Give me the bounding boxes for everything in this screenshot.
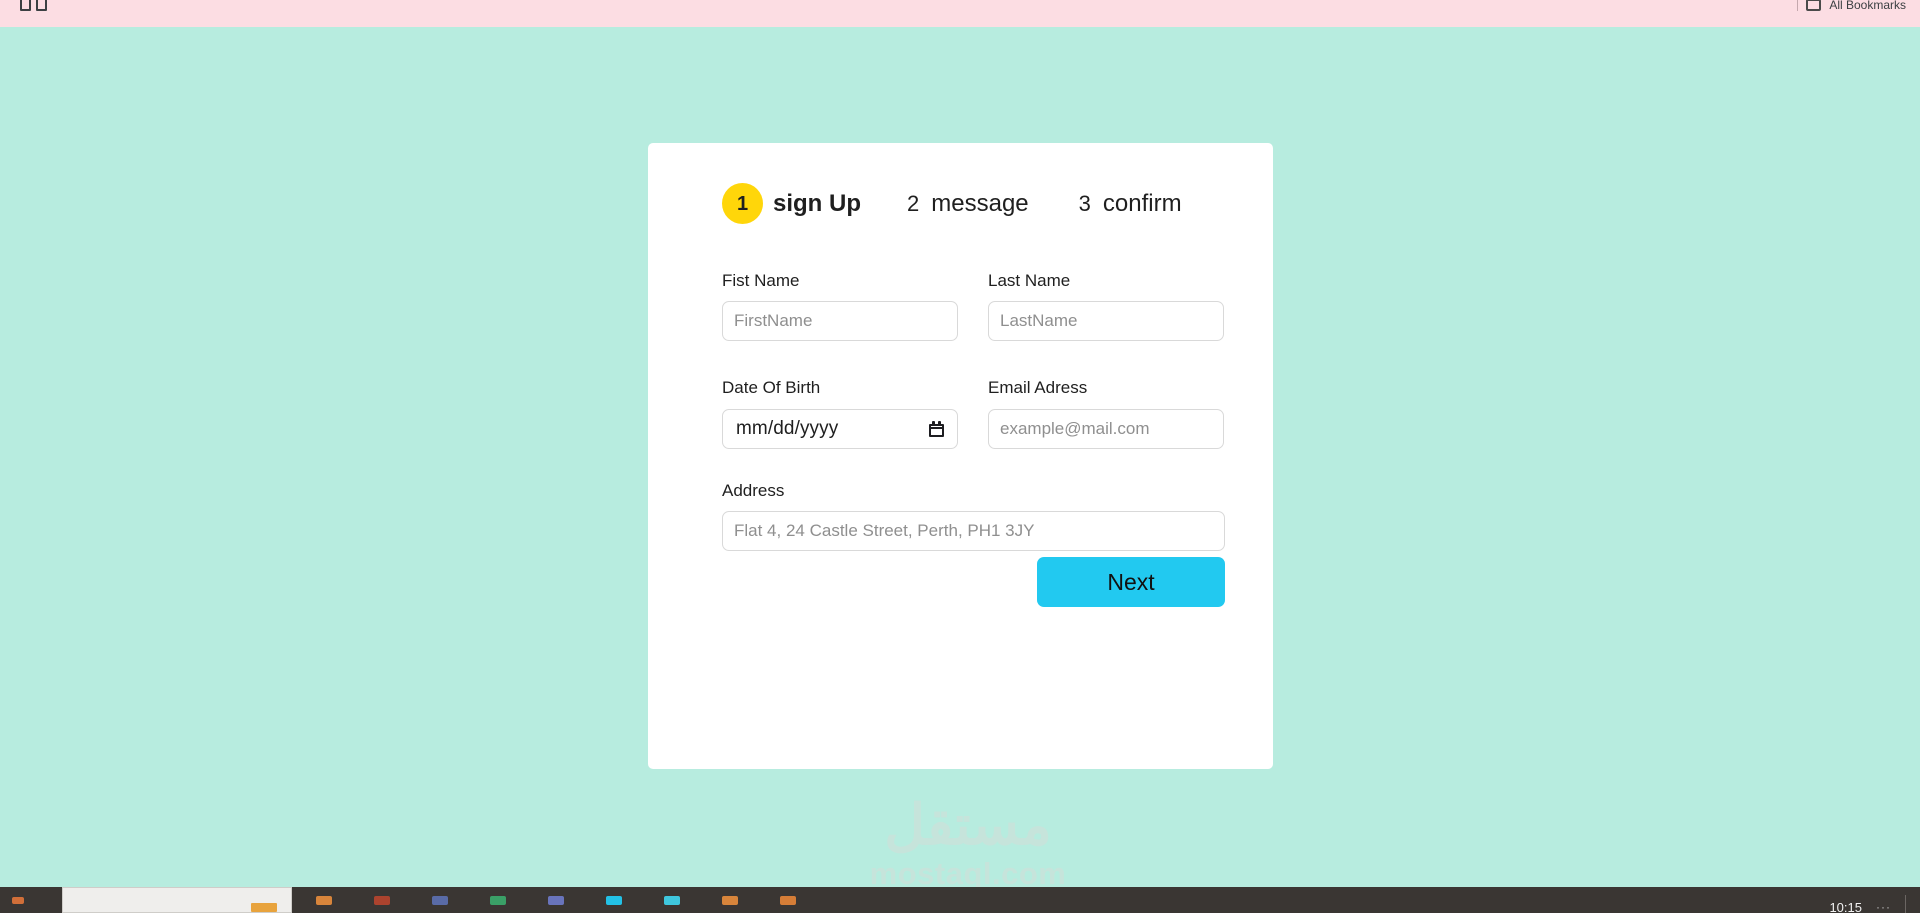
all-bookmarks-label: All Bookmarks (1829, 0, 1906, 12)
all-bookmarks-group[interactable]: All Bookmarks (1797, 0, 1906, 11)
step-number-1: 1 (722, 183, 763, 224)
address-label: Address (722, 480, 785, 500)
signup-card: 1 sign Up 2 message 3 confirm Fist Name … (648, 143, 1273, 769)
bookmark-items (20, 0, 47, 25)
folder-icon (1806, 0, 1822, 11)
screen: All Bookmarks 1 sign Up 2 message 3 conf… (0, 0, 1920, 913)
step-label-sign-up: sign Up (773, 189, 861, 217)
step-number-2: 2 (907, 190, 920, 216)
taskbar-app-icon[interactable] (780, 895, 796, 905)
email-field: Email Adress (988, 378, 1224, 449)
taskbar-app-icon[interactable] (12, 896, 24, 904)
first-name-label: Fist Name (722, 271, 800, 290)
email-input[interactable] (988, 408, 1224, 449)
stepper: 1 sign Up 2 message 3 confirm (722, 183, 1182, 224)
form-spacer (722, 341, 1225, 378)
last-name-input[interactable] (988, 301, 1224, 342)
taskbar-overflow-icon[interactable]: ··· (1876, 900, 1891, 913)
address-row: Address (722, 480, 1225, 552)
taskbar-app-icon[interactable] (548, 895, 564, 905)
date-of-birth-input[interactable]: mm/dd/yyyy (722, 408, 958, 449)
taskbar-window-preview[interactable] (62, 887, 292, 913)
taskbar-clock[interactable]: 10:15 (1829, 901, 1862, 913)
step-message[interactable]: 2 message (907, 190, 1029, 218)
name-row: Fist Name Last Name (722, 271, 1225, 342)
calendar-icon[interactable] (929, 420, 944, 437)
address-field: Address (722, 480, 1225, 552)
first-name-input[interactable] (722, 301, 958, 342)
step-label-message: message (931, 189, 1029, 217)
taskbar-app-icon[interactable] (374, 895, 390, 905)
step-number-3: 3 (1078, 190, 1091, 216)
taskbar-app-icon[interactable] (490, 895, 506, 905)
last-name-label: Last Name (988, 271, 1071, 290)
taskbar: 10:15 ··· (0, 887, 1920, 913)
watermark-arabic: مستقل (884, 793, 1052, 856)
bookmark-item-icon[interactable] (36, 0, 47, 11)
next-button[interactable]: Next (1037, 557, 1225, 607)
taskbar-app-icons (292, 895, 1829, 905)
taskbar-tray: 10:15 ··· (1829, 887, 1920, 913)
taskbar-app-icon[interactable] (606, 895, 622, 905)
taskbar-separator (1905, 895, 1906, 913)
date-of-birth-label: Date Of Birth (722, 378, 821, 398)
watermark: مستقل mostaql.com (828, 793, 1108, 888)
bookmarks-divider (1797, 0, 1799, 11)
taskbar-app-icon[interactable] (664, 895, 680, 905)
first-name-field: Fist Name (722, 271, 958, 342)
email-label: Email Adress (988, 378, 1088, 398)
signup-form: Fist Name Last Name Date Of Birth mm/dd/… (722, 271, 1225, 552)
taskbar-left-icons (0, 896, 62, 904)
date-of-birth-placeholder: mm/dd/yyyy (736, 417, 839, 439)
date-of-birth-field: Date Of Birth mm/dd/yyyy (722, 378, 958, 449)
step-sign-up[interactable]: 1 sign Up (722, 183, 861, 224)
taskbar-app-icon[interactable] (316, 895, 332, 905)
page-viewport: 1 sign Up 2 message 3 confirm Fist Name … (0, 27, 1920, 887)
last-name-field: Last Name (988, 271, 1224, 342)
address-input[interactable] (722, 511, 1225, 552)
bookmark-item-icon[interactable] (20, 0, 31, 11)
watermark-latin: mostaql.com (869, 856, 1067, 887)
taskbar-app-icon[interactable] (432, 895, 448, 905)
window-preview-thumbnail (251, 903, 277, 912)
form-actions: Next (722, 557, 1225, 607)
form-spacer (722, 449, 1225, 481)
browser-bookmarks-bar: All Bookmarks (0, 0, 1920, 27)
dob-email-row: Date Of Birth mm/dd/yyyy Email Adress (722, 378, 1225, 449)
taskbar-app-icon[interactable] (722, 895, 738, 905)
step-label-confirm: confirm (1102, 189, 1182, 217)
step-confirm[interactable]: 3 confirm (1079, 190, 1182, 218)
